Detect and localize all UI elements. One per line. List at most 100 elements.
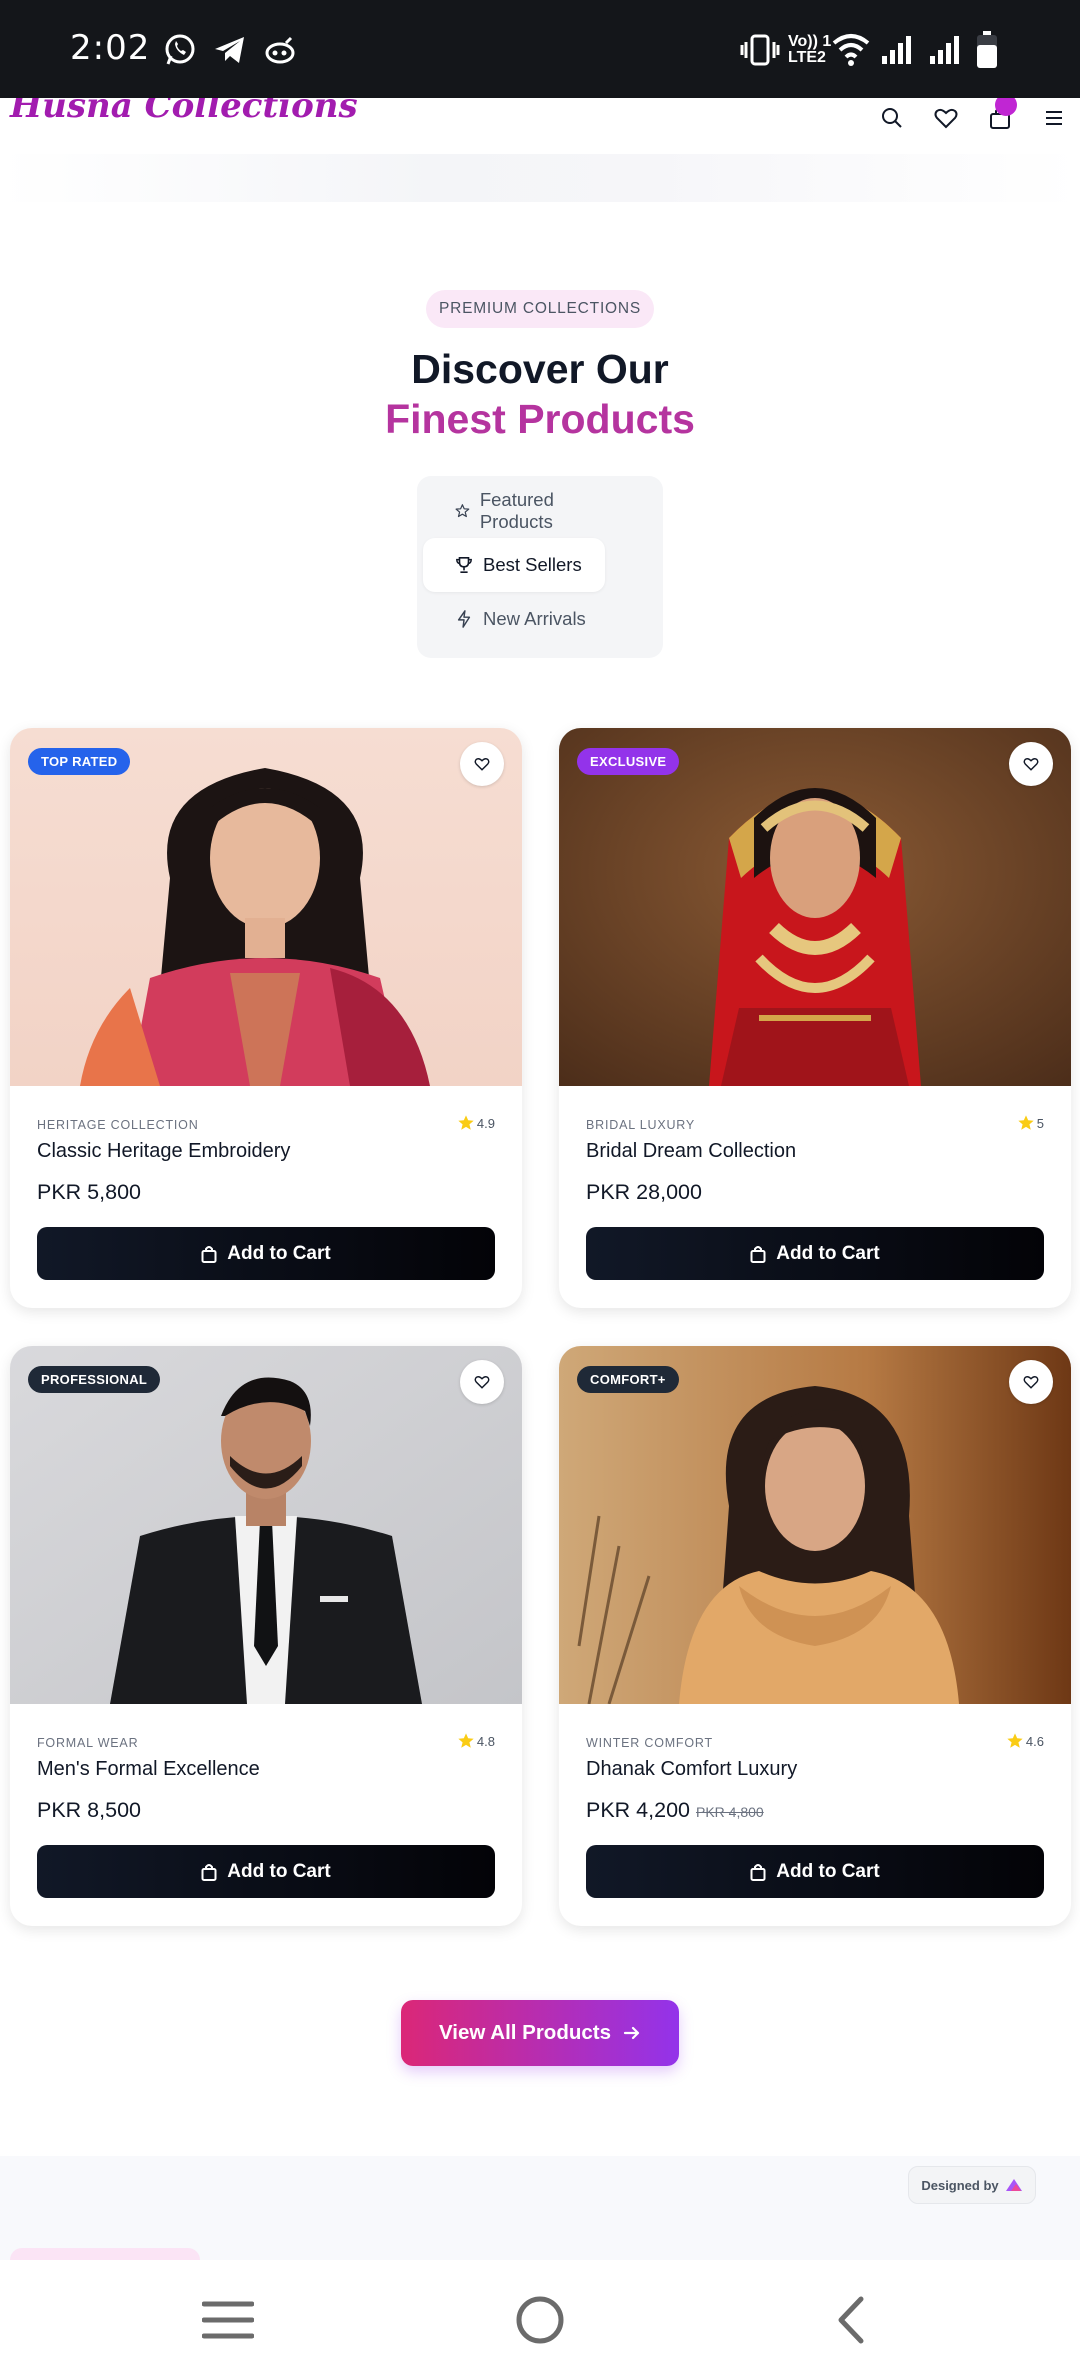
star-icon (455, 504, 470, 518)
add-to-cart-button[interactable]: Add to Cart (586, 1845, 1044, 1898)
tab-label: Best Sellers (483, 554, 582, 575)
product-card[interactable]: COMFORT+ WINTER COMFORT 4.6 Dhanak Comfo… (559, 1346, 1071, 1926)
view-all-label: View All Products (438, 2021, 612, 2044)
product-rating: 5 (1017, 1114, 1044, 1132)
add-to-cart-button[interactable]: Add to Cart (37, 1845, 495, 1898)
section-title: Discover Our (411, 346, 669, 392)
rating-value: 5 (1036, 1115, 1044, 1131)
original-price: PKR 4,800 (695, 1804, 764, 1820)
menu-icon[interactable] (1040, 104, 1068, 132)
product-filter-tabs: Featured Products Best Sellers New Arriv… (417, 476, 663, 658)
home-icon[interactable] (510, 2290, 570, 2350)
product-card[interactable]: EXCLUSIVE BRIDAL LUXURY 5 Bridal Dream C… (559, 728, 1071, 1308)
star-icon (1018, 1115, 1034, 1130)
volte-indicator: Vo)) 1 LTE2 (788, 30, 831, 70)
product-category: BRIDAL LUXURY (586, 1118, 696, 1132)
current-price: PKR 4,200 (586, 1798, 690, 1822)
back-icon[interactable] (820, 2290, 880, 2350)
wifi-icon (832, 30, 870, 70)
product-badge: COMFORT+ (577, 1366, 679, 1393)
telegram-icon (212, 30, 248, 70)
product-category: WINTER COMFORT (586, 1736, 713, 1750)
lte-label: LTE2 (788, 49, 826, 66)
product-badge: EXCLUSIVE (577, 748, 680, 775)
tab-label: Featured Products (479, 489, 554, 532)
arrow-right-icon (623, 2026, 640, 2040)
wishlist-button[interactable] (460, 1360, 504, 1404)
product-category: HERITAGE COLLECTION (37, 1118, 199, 1132)
product-rating: 4.8 (457, 1732, 495, 1750)
product-image[interactable] (10, 728, 522, 1086)
product-rating: 4.6 (1006, 1732, 1044, 1750)
product-card[interactable]: PROFESSIONAL FORMAL WEAR 4.8 Men's Forma… (10, 1346, 522, 1926)
product-badge: PROFESSIONAL (28, 1366, 161, 1393)
product-card[interactable]: TOP RATED HERITAGE COLLECTION 4.9 Classi… (10, 728, 522, 1308)
star-icon (458, 1115, 474, 1130)
status-bar: 2:02 Vo)) 1 LTE2 (0, 0, 1080, 98)
star-icon (458, 1733, 474, 1748)
section-pill: PREMIUM COLLECTIONS (426, 290, 654, 328)
product-image[interactable] (559, 1346, 1071, 1704)
wishlist-button[interactable] (1009, 1360, 1053, 1404)
whatsapp-icon (162, 30, 198, 70)
product-name[interactable]: Classic Heritage Embroidery (37, 1140, 290, 1163)
bolt-icon (457, 610, 471, 628)
heart-icon (1023, 758, 1039, 771)
product-name[interactable]: Dhanak Comfort Luxury (586, 1758, 797, 1781)
vibrate-icon (740, 30, 780, 70)
star-icon (1007, 1733, 1023, 1748)
wishlist-button[interactable] (460, 742, 504, 786)
add-to-cart-button[interactable]: Add to Cart (37, 1227, 495, 1280)
tab-label: New Arrivals (483, 608, 586, 629)
product-rating: 4.9 (457, 1114, 495, 1132)
brand-logo[interactable]: Husna Collections (10, 98, 358, 126)
battery-icon (976, 30, 998, 70)
next-section-pill (10, 2248, 200, 2260)
product-price: PKR 8,500 (37, 1798, 141, 1823)
designed-by-label: Designed by (921, 2177, 999, 2193)
bag-icon (201, 1863, 217, 1881)
designed-by-badge[interactable]: Designed by (908, 2166, 1036, 2204)
product-category: FORMAL WEAR (37, 1736, 139, 1750)
status-time: 2:02 (70, 28, 151, 68)
product-image[interactable] (559, 728, 1071, 1086)
tab-best-sellers[interactable]: Best Sellers (423, 538, 605, 592)
bag-icon (750, 1863, 766, 1881)
product-badge: TOP RATED (28, 748, 131, 775)
heart-icon (474, 1376, 490, 1389)
rating-value: 4.6 (1025, 1733, 1044, 1749)
add-to-cart-label: Add to Cart (227, 1242, 331, 1264)
product-price: PKR 5,800 (37, 1180, 141, 1205)
product-price: PKR 28,000 (586, 1180, 702, 1205)
product-name[interactable]: Bridal Dream Collection (586, 1140, 796, 1163)
rating-value: 4.9 (476, 1115, 495, 1131)
tab-new-arrivals[interactable]: New Arrivals (423, 592, 605, 646)
add-to-cart-label: Add to Cart (776, 1860, 880, 1882)
volte-label: Vo)) 1 (788, 33, 832, 50)
heart-icon (474, 758, 490, 771)
heart-icon (1023, 1376, 1039, 1389)
header-shadow-band (0, 154, 1080, 202)
designer-logo-icon (1005, 2179, 1022, 2191)
recent-apps-icon[interactable] (198, 2290, 258, 2350)
trophy-icon (456, 556, 472, 574)
site-header: Husna Collections (0, 98, 1080, 154)
search-icon[interactable] (878, 104, 906, 132)
app-notification-icon (262, 30, 298, 70)
product-image[interactable] (10, 1346, 522, 1704)
current-price: PKR 28,000 (586, 1180, 702, 1204)
rating-value: 4.8 (476, 1733, 495, 1749)
tab-featured-products[interactable]: Featured Products (423, 484, 605, 538)
signal-icon (880, 30, 914, 70)
product-name[interactable]: Men's Formal Excellence (37, 1758, 260, 1781)
signal-icon (928, 30, 962, 70)
add-to-cart-label: Add to Cart (227, 1860, 331, 1882)
bag-icon (201, 1245, 217, 1263)
heart-icon[interactable] (932, 104, 960, 132)
product-price: PKR 4,200 PKR 4,800 (586, 1798, 764, 1823)
view-all-products-button[interactable]: View All Products (401, 2000, 679, 2066)
add-to-cart-button[interactable]: Add to Cart (586, 1227, 1044, 1280)
wishlist-button[interactable] (1009, 742, 1053, 786)
bag-icon (750, 1245, 766, 1263)
current-price: PKR 5,800 (37, 1180, 141, 1204)
